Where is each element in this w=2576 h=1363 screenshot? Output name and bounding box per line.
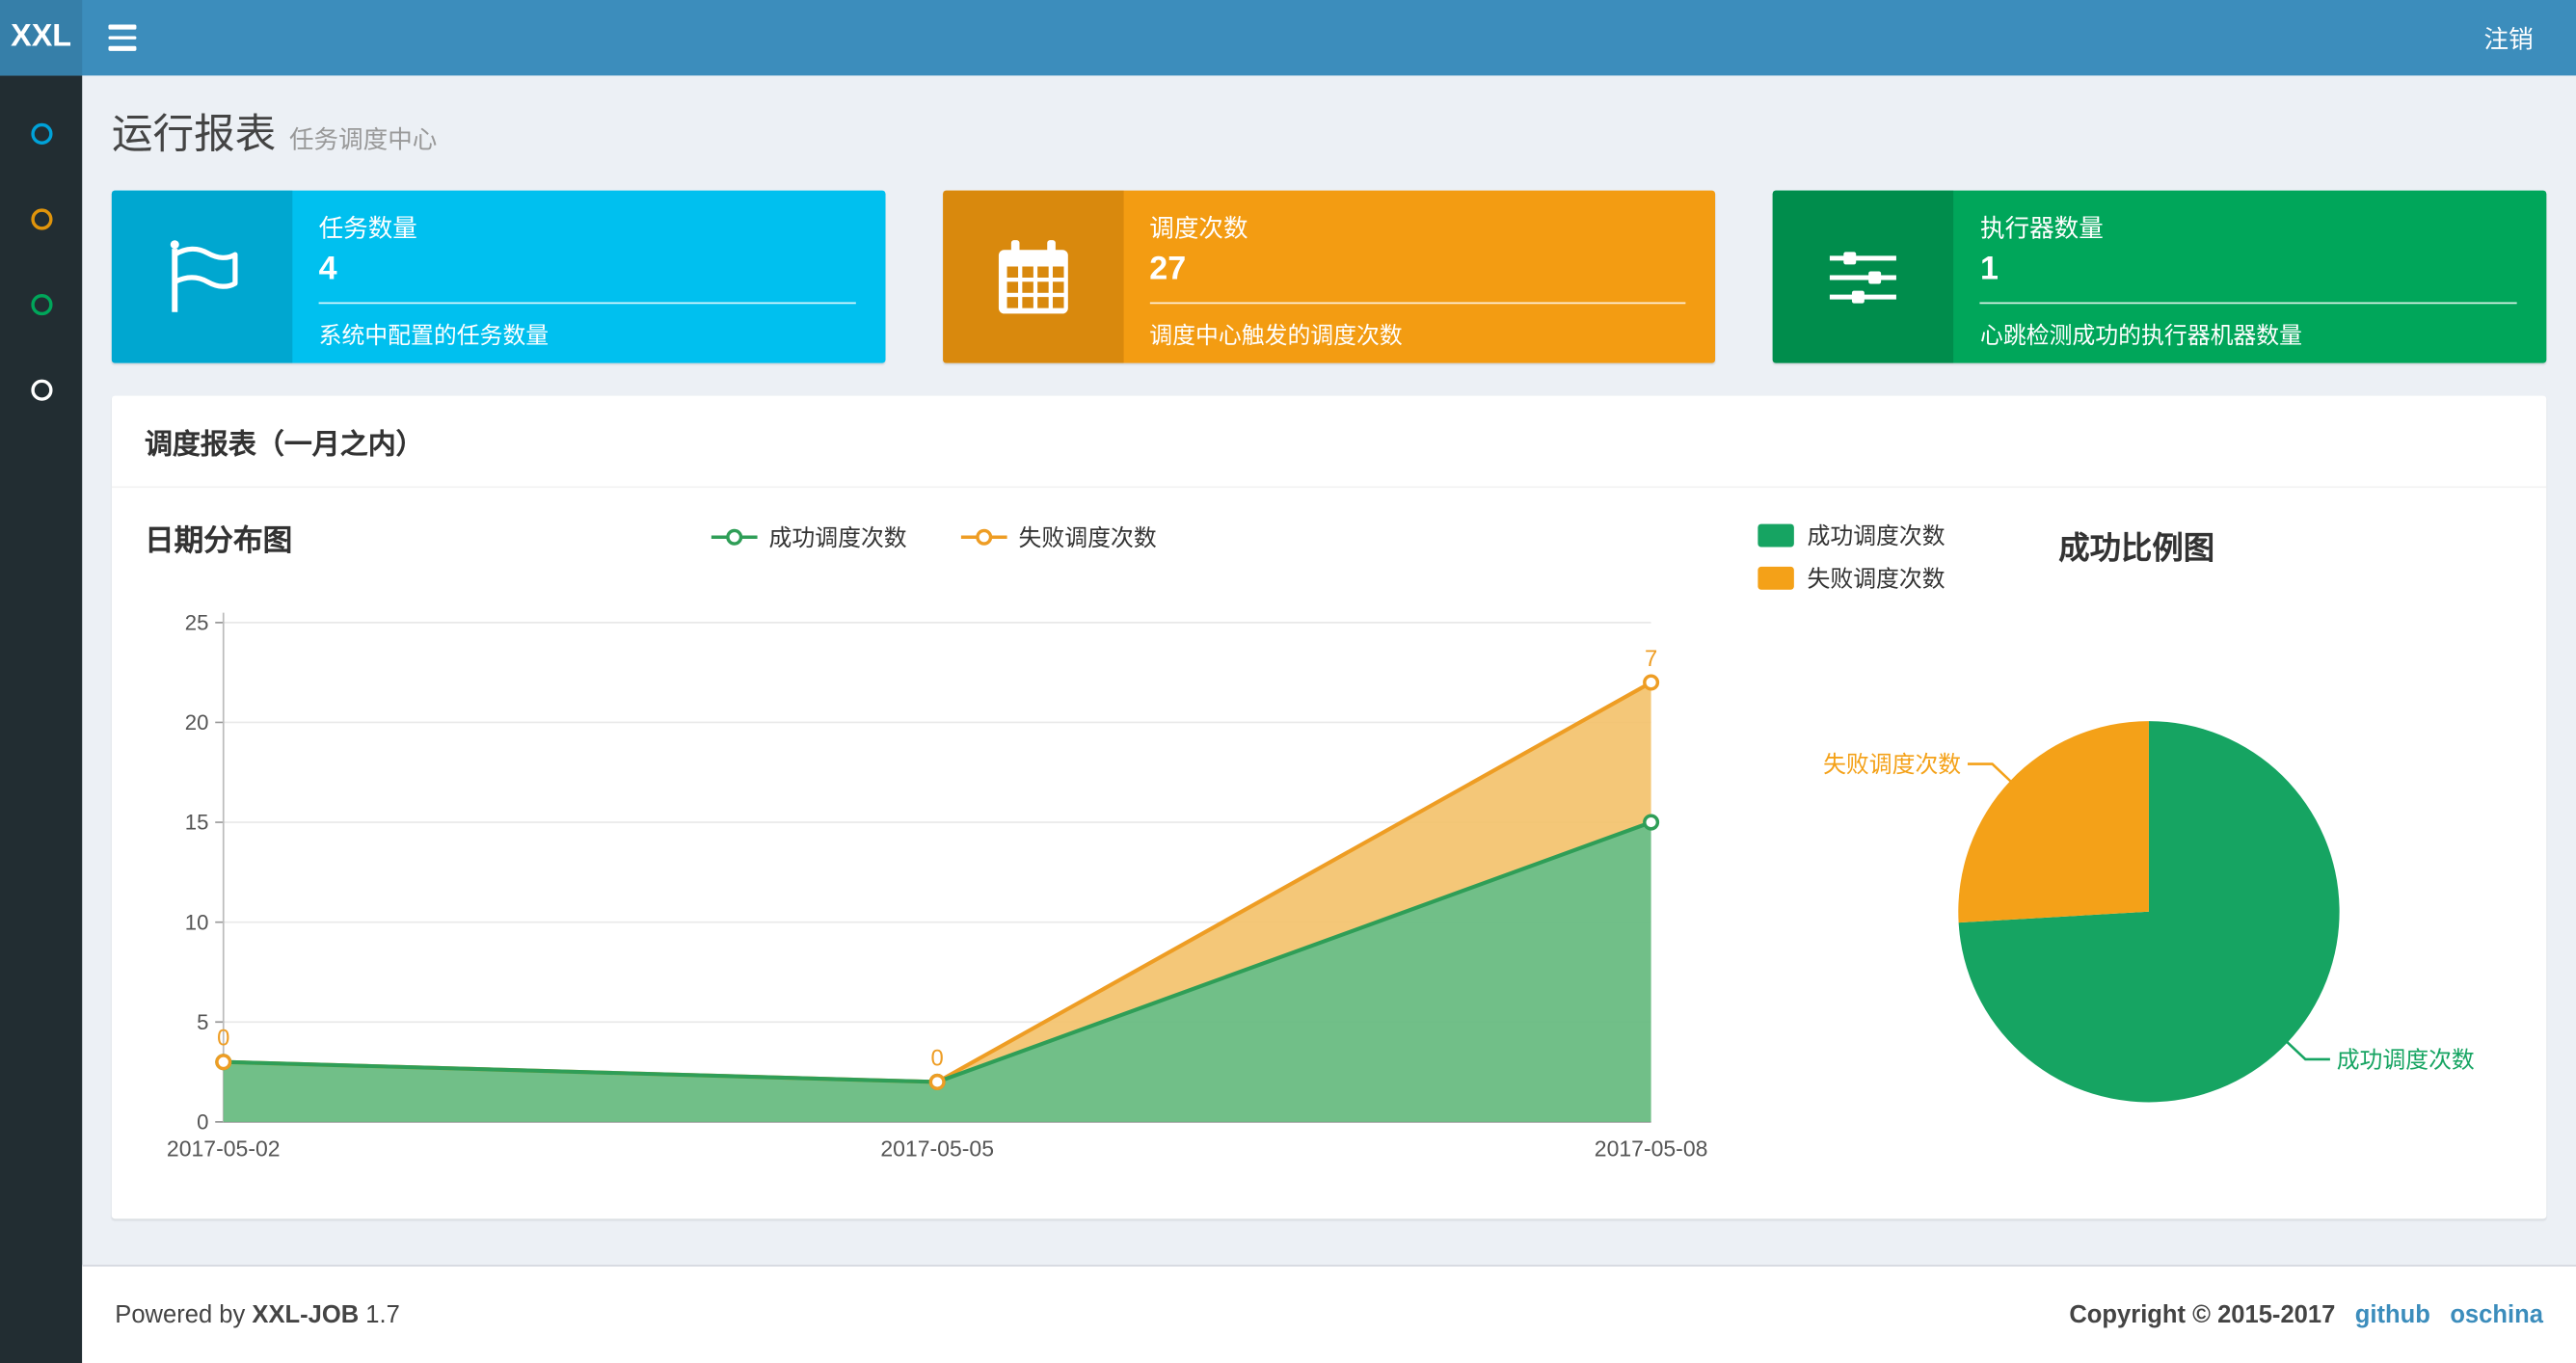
date-distribution-section: 日期分布图 成功调度次数 失败调度次数 0 5 10 15 20 25 2017…: [145, 511, 1722, 1180]
info-box-value: 1: [1980, 251, 1999, 288]
success-swatch-icon: [1758, 523, 1794, 548]
divider: [318, 302, 856, 305]
line-marker-icon: [960, 528, 1007, 546]
info-box-label: 执行器数量: [1980, 215, 2104, 244]
sliders-icon: [1773, 190, 1954, 363]
legend-label: 成功调度次数: [768, 523, 907, 550]
flag-icon: [111, 190, 293, 363]
info-box-label: 任务数量: [318, 215, 417, 244]
legend-label: 失败调度次数: [1807, 565, 1945, 592]
pie-chart-legend: 成功调度次数 失败调度次数: [1758, 514, 1945, 600]
sidebar-item-4[interactable]: [0, 347, 82, 433]
sidebar-item-2[interactable]: [0, 175, 82, 261]
hamburger-icon: [107, 24, 136, 30]
legend-item-success[interactable]: 成功调度次数: [710, 521, 907, 553]
oschina-link[interactable]: oschina: [2450, 1301, 2543, 1329]
info-box-description: 调度中心触发的调度次数: [1149, 321, 1403, 349]
legend-label: 失败调度次数: [1018, 523, 1157, 550]
report-panel: 调度报表（一月之内） 日期分布图 成功调度次数 失败调度次数 0 5 10 15…: [111, 395, 2547, 1219]
svg-text:成功调度次数: 成功调度次数: [2337, 1047, 2475, 1073]
info-box-label: 调度次数: [1149, 215, 1248, 244]
svg-text:2017-05-02: 2017-05-02: [167, 1136, 281, 1162]
footer: Powered by XXL-JOB 1.7 Copyright © 2015-…: [82, 1265, 2576, 1363]
circle-icon: [30, 121, 52, 145]
sidebar-toggle-button[interactable]: [82, 0, 161, 75]
powered-by: Powered by XXL-JOB 1.7: [115, 1300, 400, 1329]
success-ratio-section: 成功调度次数 失败调度次数 成功比例图 成功调度次数 失败调度次数: [1722, 511, 2513, 1180]
sidebar-item-1[interactable]: [0, 91, 82, 176]
svg-text:15: 15: [185, 811, 209, 835]
copyright: Copyright © 2015-2017: [2069, 1300, 2336, 1329]
date-distribution-chart[interactable]: 05101520252017-05-02 2017-05-05 2017-05-08…: [145, 593, 1722, 1171]
main-content: 运行报表 任务调度中心 任务数量 4 系统中配置的任务数量 调度次数 27 调度…: [82, 75, 2576, 1363]
sidebar-item-3[interactable]: [0, 261, 82, 347]
circle-icon: [30, 207, 52, 229]
page-subtitle: 任务调度中心: [288, 126, 438, 155]
legend-label: 成功调度次数: [1807, 521, 1945, 549]
report-panel-title: 调度报表（一月之内）: [111, 396, 2547, 489]
pie-chart-title: 成功比例图: [2058, 532, 2215, 567]
info-box-description: 心跳检测成功的执行器机器数量: [1980, 321, 2303, 349]
product-version: 1.7: [365, 1300, 400, 1329]
legend-item-fail[interactable]: 失败调度次数: [959, 521, 1157, 553]
pie-legend-item-fail[interactable]: 失败调度次数: [1758, 557, 1945, 600]
app-root: XXL 注销 运行报表 任务调度中心 任务数量 4 系统中配置的任务数量 调度次…: [0, 0, 2576, 1363]
fail-swatch-icon: [1758, 566, 1794, 590]
svg-text:2017-05-05: 2017-05-05: [880, 1136, 994, 1162]
info-box-value: 4: [318, 251, 337, 288]
info-box-jobs: 任务数量 4 系统中配置的任务数量: [111, 190, 885, 363]
svg-text:5: 5: [197, 1010, 208, 1034]
svg-text:7: 7: [1645, 646, 1657, 672]
success-ratio-chart[interactable]: 成功调度次数失败调度次数: [1722, 511, 2513, 1148]
product-name: XXL-JOB: [252, 1300, 360, 1329]
line-chart-legend: 成功调度次数 失败调度次数: [145, 521, 1722, 553]
info-box-executors: 执行器数量 1 心跳检测成功的执行器机器数量: [1773, 190, 2547, 363]
svg-text:0: 0: [197, 1110, 208, 1135]
info-box-description: 系统中配置的任务数量: [318, 321, 550, 349]
svg-text:0: 0: [931, 1045, 944, 1071]
page-header: 运行报表 任务调度中心: [82, 75, 2576, 180]
svg-text:10: 10: [185, 910, 209, 934]
svg-text:2017-05-08: 2017-05-08: [1595, 1136, 1708, 1162]
info-box-value: 27: [1149, 251, 1187, 288]
circle-icon: [30, 378, 52, 400]
pie-legend-item-success[interactable]: 成功调度次数: [1758, 514, 1945, 556]
summary-cards: 任务数量 4 系统中配置的任务数量 调度次数 27 调度中心触发的调度次数 执行…: [82, 190, 2576, 363]
divider: [1980, 302, 2517, 305]
svg-text:25: 25: [185, 611, 209, 635]
divider: [1149, 302, 1686, 305]
github-link[interactable]: github: [2355, 1301, 2430, 1329]
page-title: 运行报表: [111, 111, 277, 158]
svg-text:失败调度次数: 失败调度次数: [1823, 752, 1961, 778]
info-box-triggers: 调度次数 27 调度中心触发的调度次数: [942, 190, 1716, 363]
circle-icon: [30, 293, 52, 315]
logout-button[interactable]: 注销: [2484, 20, 2534, 55]
svg-text:0: 0: [217, 1026, 229, 1052]
calendar-icon: [942, 190, 1124, 363]
sidebar: [0, 75, 83, 1363]
top-navbar: XXL 注销: [0, 0, 2576, 76]
line-marker-icon: [711, 528, 758, 546]
app-logo[interactable]: XXL: [0, 0, 83, 76]
svg-text:20: 20: [185, 710, 209, 735]
